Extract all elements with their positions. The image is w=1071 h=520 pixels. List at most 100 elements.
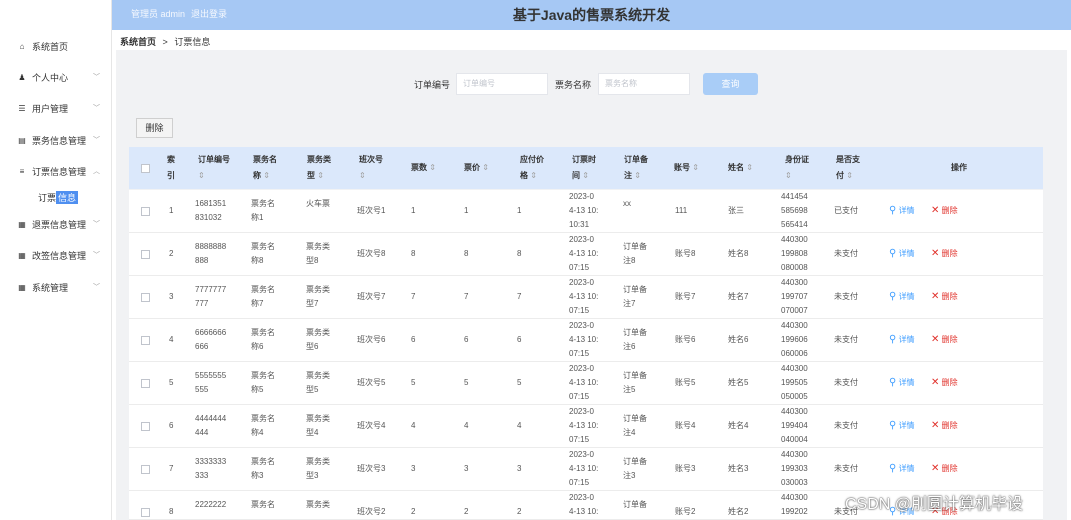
detail-button[interactable]: ⚲ 详情: [889, 290, 915, 304]
cell-account: 111: [675, 206, 688, 215]
cell-remark: 订单备 注7: [623, 285, 647, 308]
sidebar-item-profile[interactable]: ♟ 个人中心 ﹀: [0, 67, 112, 87]
cell-order-time: 2023-0 4-13 10: 07:15: [569, 450, 599, 487]
col-remark[interactable]: 订单备注 ⇕: [624, 152, 648, 184]
cell-paid: 未支付: [834, 249, 858, 258]
cell-name: 姓名7: [728, 292, 749, 301]
sidebar-item-users[interactable]: ☰ 用户管理 ﹀: [0, 98, 112, 118]
row-checkbox[interactable]: [141, 508, 150, 517]
cell-idcard: 440300 199808 080008: [781, 235, 808, 272]
col-order-time[interactable]: 订票时间 ⇕: [572, 152, 596, 184]
cell-train: 班次号6: [357, 335, 386, 344]
sidebar-item-tickets[interactable]: ▤ 票务信息管理 ﹀: [0, 130, 112, 150]
top-header: 管理员 admin 退出登录 基于Java的售票系统开发: [112, 0, 1071, 30]
col-index[interactable]: 索引: [167, 152, 175, 184]
cell-ticket-name: 票务名 称8: [251, 242, 275, 265]
col-count[interactable]: 票数 ⇕: [411, 160, 436, 176]
row-checkbox[interactable]: [141, 465, 150, 474]
col-order-no[interactable]: 订单编号 ⇕: [198, 152, 230, 184]
sort-icon: ⇕: [317, 171, 324, 180]
sidebar-item-label: 退票信息管理: [32, 219, 87, 230]
document-icon: ▤: [18, 135, 26, 145]
col-paid[interactable]: 是否支付 ⇕: [836, 152, 860, 184]
detail-button[interactable]: ⚲ 详情: [889, 333, 915, 347]
cell-order-time: 2023-0 4-13 10: 07:15: [569, 407, 599, 444]
sidebar-item-orders[interactable]: ≡ 订票信息管理 ︿: [0, 161, 112, 181]
breadcrumb-home[interactable]: 系统首页: [120, 37, 156, 47]
col-name[interactable]: 姓名 ⇕: [728, 160, 753, 176]
delete-button[interactable]: ✕ 删除: [931, 419, 958, 433]
cell-name: 姓名8: [728, 249, 749, 258]
sliders-icon: ☰: [18, 103, 26, 113]
order-no-input[interactable]: 订单编号: [456, 73, 548, 95]
row-checkbox[interactable]: [141, 336, 150, 345]
breadcrumb-separator: >: [162, 37, 168, 47]
sidebar-subitem-order-info[interactable]: 订票 信息: [0, 189, 112, 205]
row-checkbox[interactable]: [141, 293, 150, 302]
col-price[interactable]: 票价 ⇕: [464, 160, 489, 176]
col-idcard[interactable]: 身份证 ⇕: [785, 152, 809, 184]
table-header: 索引 订单编号 ⇕ 票务名称 ⇕ 票务类型 ⇕ 班次号 ⇕ 票数 ⇕ 票价 ⇕ 应付…: [129, 147, 1043, 189]
delete-button[interactable]: ✕ 删除: [931, 247, 958, 261]
detail-button[interactable]: ⚲ 详情: [889, 247, 915, 261]
cell-remark: 订单备: [623, 500, 647, 509]
chevron-down-icon: ﹀: [93, 137, 100, 144]
batch-delete-button[interactable]: 删除: [136, 118, 173, 138]
sidebar-item-changes[interactable]: ▦ 改签信息管理 ﹀: [0, 245, 112, 265]
sidebar-item-system[interactable]: ▦ 系统管理 ﹀: [0, 277, 112, 297]
cell-remark: 订单备 注5: [623, 371, 647, 394]
row-checkbox[interactable]: [141, 379, 150, 388]
table-row: 2 8888888 888 票务名 称8 票务类 型8 班次号8 8 8 8 2023-0 4-13 1…: [129, 233, 1043, 276]
col-account[interactable]: 账号 ⇕: [674, 160, 699, 176]
col-payable[interactable]: 应付价格 ⇕: [520, 152, 544, 184]
delete-button[interactable]: ✕ 删除: [931, 204, 958, 218]
cell-ticket-type: 票务类 型4: [306, 414, 330, 437]
detail-button[interactable]: ⚲ 详情: [889, 462, 915, 476]
cell-account: 账号3: [675, 464, 696, 473]
delete-button[interactable]: ✕ 删除: [931, 333, 958, 347]
cell-idcard: 440300 199404 040004: [781, 407, 808, 444]
col-train[interactable]: 班次号 ⇕: [359, 152, 383, 184]
cell-ticket-type: 票务类 型7: [306, 285, 330, 308]
col-ticket-name[interactable]: 票务名称 ⇕: [253, 152, 277, 184]
row-checkbox[interactable]: [141, 422, 150, 431]
col-ticket-type[interactable]: 票务类型 ⇕: [307, 152, 331, 184]
close-icon: ✕: [931, 248, 940, 259]
cell-idcard: 440300 199606 060006: [781, 321, 808, 358]
cell-train: 班次号2: [357, 507, 386, 516]
sidebar-item-home[interactable]: ⌂ 系统首页: [0, 36, 112, 56]
detail-button[interactable]: ⚲ 详情: [889, 376, 915, 390]
query-button[interactable]: 查询: [703, 73, 758, 95]
cell-index: 8: [169, 507, 174, 516]
table-row: 3 7777777 777 票务名 称7 票务类 型7 班次号7 7 7 7 2023-0 4-13 1…: [129, 276, 1043, 319]
close-icon: ✕: [931, 205, 940, 216]
detail-button[interactable]: ⚲ 详情: [889, 204, 915, 218]
cell-price: 4: [464, 421, 469, 430]
ticket-name-input[interactable]: 票务名称: [598, 73, 690, 95]
cell-idcard: 440300 199707 070007: [781, 278, 808, 315]
cell-order-time: 2023-0 4-13 10: 07:15: [569, 278, 599, 315]
delete-button[interactable]: ✕ 删除: [931, 376, 958, 390]
delete-button[interactable]: ✕ 删除: [931, 462, 958, 476]
cell-payable: 4: [517, 421, 522, 430]
cell-idcard: 440300 199202: [781, 493, 808, 516]
cell-paid: 未支付: [834, 464, 858, 473]
cell-account: 账号4: [675, 421, 696, 430]
row-checkbox[interactable]: [141, 250, 150, 259]
cell-payable: 7: [517, 292, 522, 301]
sidebar-item-refunds[interactable]: ▦ 退票信息管理 ﹀: [0, 214, 112, 234]
detail-button[interactable]: ⚲ 详情: [889, 419, 915, 433]
watermark: CSDN @刖圆计算机毕设: [845, 496, 1024, 513]
select-all-checkbox[interactable]: [141, 164, 150, 173]
delete-button[interactable]: ✕ 删除: [931, 290, 958, 304]
sidebar-item-label: 订票信息管理: [32, 166, 87, 177]
close-icon: ✕: [931, 377, 940, 388]
cell-index: 4: [169, 335, 174, 344]
cell-name: 姓名2: [728, 507, 749, 516]
cell-ticket-type: 火车票: [306, 199, 330, 208]
cell-count: 4: [411, 421, 416, 430]
cell-train: 班次号8: [357, 249, 386, 258]
sort-icon: ⇕: [785, 171, 792, 180]
row-checkbox[interactable]: [141, 207, 150, 216]
cell-idcard: 440300 199303 030003: [781, 450, 808, 487]
